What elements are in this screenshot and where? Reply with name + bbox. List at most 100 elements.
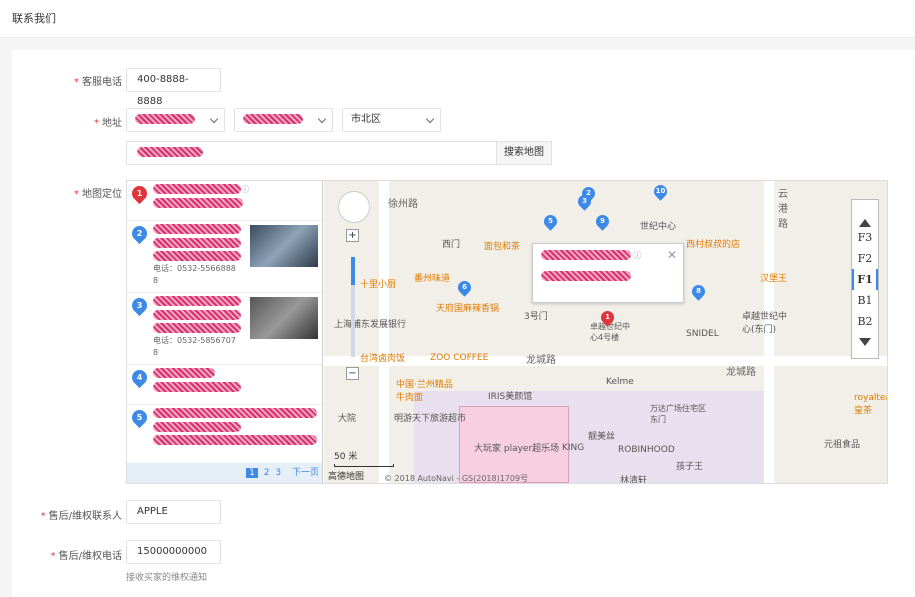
map-location-label: * 地图定位 (74, 189, 122, 200)
map-label: 3号门 (524, 312, 548, 322)
next-page-link[interactable]: 下一页 (292, 468, 319, 478)
chevron-down-icon (317, 114, 327, 124)
map-label: 番州味道 (414, 274, 451, 284)
map-label: KING (562, 443, 585, 453)
map-label: SNIDEL (686, 329, 719, 339)
result-item[interactable]: 1 ⓘ (127, 181, 322, 221)
map-pin-icon[interactable]: 8 (689, 282, 708, 301)
map-pin-icon: 5 (128, 406, 151, 429)
map-label: 龙城路 (726, 367, 756, 378)
redacted-text (153, 323, 241, 333)
redacted-text (153, 198, 243, 208)
map-scale: 50 米 (334, 449, 394, 467)
after-sales-phone-label: * 售后/维权电话 (50, 551, 122, 562)
floor-b1[interactable]: B1 (852, 290, 878, 311)
map-widget: 1 ⓘ 2 电话：0532-5566888 8 3 电话：0532-585670… (126, 180, 888, 484)
map-pin-icon[interactable]: 6 (455, 278, 474, 297)
pager: 1 2 3 下一页 (127, 463, 322, 483)
redacted-text (153, 184, 241, 194)
floor-up-button[interactable] (852, 206, 878, 227)
map-pin-icon[interactable]: 5 (541, 212, 560, 231)
map-label: 卓越世纪中心4号楼 (590, 322, 630, 342)
map-label: royaltea皇茶 (854, 393, 887, 416)
floor-f3[interactable]: F3 (852, 227, 878, 248)
result-item[interactable]: 4 (127, 365, 322, 405)
redacted-text (153, 224, 241, 234)
zoom-out-button[interactable]: − (346, 367, 359, 380)
after-sales-contact-input[interactable]: APPLE (126, 500, 221, 524)
map-label: 中国·兰州精品牛肉面 (396, 380, 453, 403)
result-item[interactable]: 3 电话：0532-5856707 8 (127, 293, 322, 365)
map-label: 徐州路 (388, 199, 418, 210)
floor-f2[interactable]: F2 (852, 248, 878, 269)
city-select[interactable] (234, 108, 333, 132)
map-label: 十里小厨 (360, 280, 397, 290)
page-link-3[interactable]: 3 (275, 468, 281, 478)
zoom-in-button[interactable]: + (346, 229, 359, 242)
road (379, 181, 389, 483)
after-sales-contact-label: * 售后/维权联系人 (40, 511, 122, 522)
redacted-text (541, 250, 631, 260)
close-icon[interactable]: ✕ (667, 248, 677, 262)
redacted-text (153, 251, 241, 261)
redacted-province (135, 114, 195, 124)
map-pin-icon[interactable]: 10 (651, 182, 670, 201)
map-label: 靓美丝 (588, 432, 616, 442)
map-label: 西村叔叔的店 (686, 240, 741, 250)
after-sales-phone-hint: 接收买家的维权通知 (126, 573, 208, 583)
redacted-text (153, 238, 241, 248)
map-result-list: 1 ⓘ 2 电话：0532-5566888 8 3 电话：0532-585670… (127, 181, 323, 483)
page-link-1[interactable]: 1 (246, 468, 258, 478)
result-item[interactable]: 2 电话：0532-5566888 8 (127, 221, 322, 293)
result-phone-cont: 8 (153, 348, 159, 357)
redacted-text (153, 435, 317, 445)
map-label: 汉堡王 (760, 274, 788, 284)
after-sales-phone-input[interactable]: 15000000000 (126, 540, 221, 564)
map-info-popup: ⓘ ✕ (532, 243, 684, 303)
floor-b2[interactable]: B2 (852, 311, 878, 332)
zoom-control: + − (344, 229, 362, 380)
map-label: 林清轩 (620, 476, 648, 483)
result-phone-cont: 8 (153, 276, 159, 285)
map-label: 元祖食品 (824, 440, 861, 450)
map-pin-icon: 2 (128, 222, 151, 245)
map-pin-icon: 3 (128, 294, 151, 317)
map-canvas[interactable]: 徐州路 西门 面包和茶 世纪中心 西村叔叔的店 汉堡王 十里小厨 番州味道 天府… (324, 181, 887, 483)
map-label: 卓越世纪中心(东门) (742, 312, 788, 335)
redacted-text (153, 408, 317, 418)
map-label: Kelme (606, 377, 634, 387)
chevron-down-icon (425, 114, 435, 124)
map-label: ROBINHOOD (618, 445, 675, 455)
map-label: ZOO COFFEE (430, 353, 489, 363)
district-value: 市北区 (351, 114, 381, 125)
road (324, 356, 887, 366)
page-title: 联系我们 (0, 0, 915, 38)
redacted-text (153, 296, 241, 306)
service-phone-input[interactable]: 400-8888-8888 (126, 68, 221, 107)
floor-selector: F3 F2 F1 B1 B2 (851, 199, 879, 359)
result-item[interactable]: 5 (127, 405, 322, 463)
contact-form: * 客服电话 400-8888-8888 * 地址 市北区 搜索地图 * 地图定位 1… (12, 50, 915, 597)
map-pin-icon[interactable]: 9 (593, 212, 612, 231)
redacted-text (153, 382, 241, 392)
map-pan-control[interactable] (338, 191, 370, 223)
page-link-2[interactable]: 2 (264, 468, 270, 478)
map-pin-icon: 4 (128, 366, 151, 389)
district-select[interactable]: 市北区 (342, 108, 441, 132)
map-label: 孩子王 (676, 462, 704, 472)
map-pin-icon: 1 (128, 182, 151, 205)
map-pin-icon[interactable]: 1 (598, 308, 617, 327)
floor-down-button[interactable] (852, 338, 878, 359)
province-select[interactable] (126, 108, 225, 132)
redacted-city (243, 114, 303, 124)
floor-f1[interactable]: F1 (852, 269, 878, 290)
map-label: 西门 (442, 240, 461, 250)
map-label: 天府国麻辣香锅 (436, 304, 500, 314)
map-label: 云港路 (778, 189, 788, 230)
address-detail-input[interactable] (126, 141, 497, 165)
map-pin-icon[interactable]: 3 (575, 192, 594, 211)
search-map-button[interactable]: 搜索地图 (496, 141, 552, 165)
map-label: 世纪中心 (640, 222, 677, 232)
redacted-address (137, 147, 203, 157)
result-thumbnail (250, 225, 318, 267)
